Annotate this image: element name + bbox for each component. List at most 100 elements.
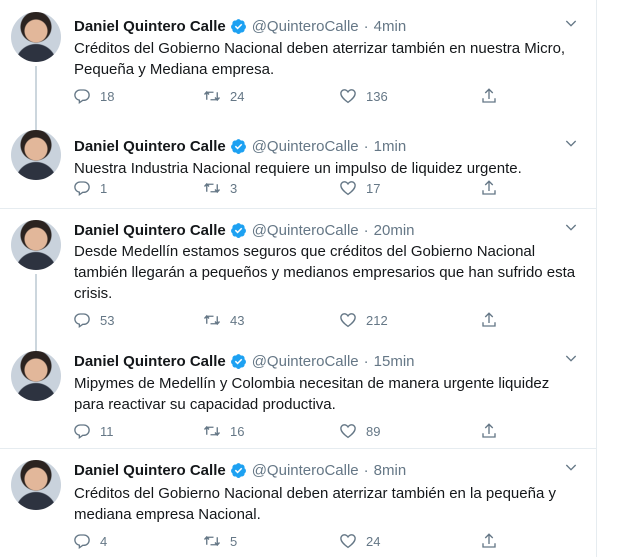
tweet[interactable]: Daniel Quintero Calle @QuinteroCalle · 2…	[0, 209, 597, 340]
retweet-button[interactable]: 24	[203, 87, 244, 105]
avatar[interactable]	[11, 460, 61, 510]
tweet-text: Créditos del Gobierno Nacional deben ate…	[74, 40, 566, 78]
retweet-icon	[203, 535, 221, 547]
reply-count: 11	[100, 423, 114, 439]
retweet-count: 16	[230, 423, 245, 439]
reply-count: 53	[100, 312, 115, 328]
thread-line	[35, 274, 37, 340]
tweet[interactable]: Daniel Quintero Calle @QuinteroCalle · 1…	[0, 120, 597, 209]
separator-dot: ·	[363, 17, 369, 35]
share-button[interactable]	[480, 87, 507, 105]
retweet-count: 5	[230, 533, 238, 549]
share-button[interactable]	[480, 311, 507, 329]
verified-icon	[230, 353, 246, 369]
tweet[interactable]: Daniel Quintero Calle @QuinteroCalle · 1…	[0, 340, 597, 449]
tweet-header: Daniel Quintero Calle @QuinteroCalle · 2…	[74, 220, 415, 240]
avatar[interactable]	[11, 130, 61, 180]
heart-icon	[340, 89, 356, 104]
tweet-time[interactable]: 8min	[374, 462, 407, 479]
reply-icon	[74, 89, 90, 105]
author-name[interactable]: Daniel Quintero Calle	[74, 353, 226, 370]
retweet-icon	[203, 425, 221, 437]
share-icon	[482, 312, 496, 327]
verified-icon	[230, 138, 246, 154]
like-button[interactable]: 212	[339, 311, 388, 329]
tweet-actions: 53 43 212	[73, 311, 513, 331]
like-count: 89	[366, 423, 381, 439]
retweet-count: 43	[230, 312, 245, 328]
reply-button[interactable]: 4	[73, 532, 107, 550]
author-name[interactable]: Daniel Quintero Calle	[74, 18, 226, 35]
chevron-down-icon[interactable]	[563, 219, 579, 235]
like-button[interactable]: 17	[339, 179, 380, 197]
retweet-icon	[203, 314, 221, 326]
chevron-down-icon[interactable]	[563, 135, 579, 151]
avatar[interactable]	[11, 12, 61, 62]
tweet-actions: 1 3 17	[73, 179, 513, 199]
separator-dot: ·	[363, 352, 369, 370]
like-count: 212	[366, 312, 388, 328]
reply-button[interactable]: 1	[73, 179, 107, 197]
author-name[interactable]: Daniel Quintero Calle	[74, 222, 226, 239]
tweet-actions: 4 5 24	[73, 532, 513, 552]
separator-dot: ·	[363, 221, 369, 239]
reply-icon	[74, 181, 90, 197]
separator-dot: ·	[363, 461, 369, 479]
tweet-time[interactable]: 20min	[374, 222, 415, 239]
tweet-time[interactable]: 1min	[374, 138, 407, 155]
tweet-header: Daniel Quintero Calle @QuinteroCalle · 1…	[74, 136, 406, 156]
like-count: 136	[366, 88, 388, 104]
author-name[interactable]: Daniel Quintero Calle	[74, 462, 226, 479]
reply-icon	[74, 313, 90, 329]
retweet-button[interactable]: 16	[203, 422, 244, 440]
share-button[interactable]	[480, 179, 507, 197]
retweet-button[interactable]: 5	[203, 532, 237, 550]
share-button[interactable]	[480, 422, 507, 440]
heart-icon	[340, 534, 356, 549]
tweet-time[interactable]: 4min	[374, 18, 407, 35]
like-button[interactable]: 24	[339, 532, 380, 550]
author-name[interactable]: Daniel Quintero Calle	[74, 138, 226, 155]
reply-button[interactable]: 53	[73, 311, 114, 329]
reply-icon	[74, 424, 90, 440]
reply-button[interactable]: 11	[73, 422, 114, 440]
retweet-button[interactable]: 43	[203, 311, 244, 329]
like-count: 17	[366, 180, 381, 196]
author-handle[interactable]: @QuinteroCalle	[252, 138, 359, 155]
like-button[interactable]: 89	[339, 422, 380, 440]
tweet-text: Nuestra Industria Nacional requiere un i…	[74, 160, 522, 177]
tweet[interactable]: Daniel Quintero Calle @QuinteroCalle · 4…	[0, 0, 597, 120]
avatar[interactable]	[11, 220, 61, 270]
chevron-down-icon[interactable]	[563, 459, 579, 475]
reply-count: 4	[100, 533, 108, 549]
tweet-time[interactable]: 15min	[374, 353, 415, 370]
tweet-text: Desde Medellín estamos seguros que crédi…	[74, 243, 576, 302]
like-count: 24	[366, 533, 381, 549]
avatar[interactable]	[11, 351, 61, 401]
retweet-icon	[203, 182, 221, 194]
retweet-count: 24	[230, 88, 245, 104]
chevron-down-icon[interactable]	[563, 350, 579, 366]
reply-button[interactable]: 18	[73, 87, 114, 105]
author-handle[interactable]: @QuinteroCalle	[252, 222, 359, 239]
tweet-header: Daniel Quintero Calle @QuinteroCalle · 4…	[74, 16, 406, 36]
share-icon	[482, 423, 496, 438]
verified-icon	[230, 462, 246, 478]
verified-icon	[230, 222, 246, 238]
retweet-button[interactable]: 3	[203, 179, 237, 197]
reply-count: 18	[100, 88, 115, 104]
tweet-actions: 18 24 136	[73, 87, 513, 107]
author-handle[interactable]: @QuinteroCalle	[252, 353, 359, 370]
share-icon	[482, 88, 496, 103]
author-handle[interactable]: @QuinteroCalle	[252, 18, 359, 35]
separator-dot: ·	[363, 137, 369, 155]
chevron-down-icon[interactable]	[563, 15, 579, 31]
retweet-count: 3	[230, 180, 238, 196]
heart-icon	[340, 181, 356, 196]
tweet[interactable]: Daniel Quintero Calle @QuinteroCalle · 8…	[0, 449, 597, 557]
author-handle[interactable]: @QuinteroCalle	[252, 462, 359, 479]
tweet-text: Créditos del Gobierno Nacional deben ate…	[74, 485, 556, 523]
like-button[interactable]: 136	[339, 87, 388, 105]
share-button[interactable]	[480, 532, 507, 550]
reply-icon	[74, 534, 90, 550]
